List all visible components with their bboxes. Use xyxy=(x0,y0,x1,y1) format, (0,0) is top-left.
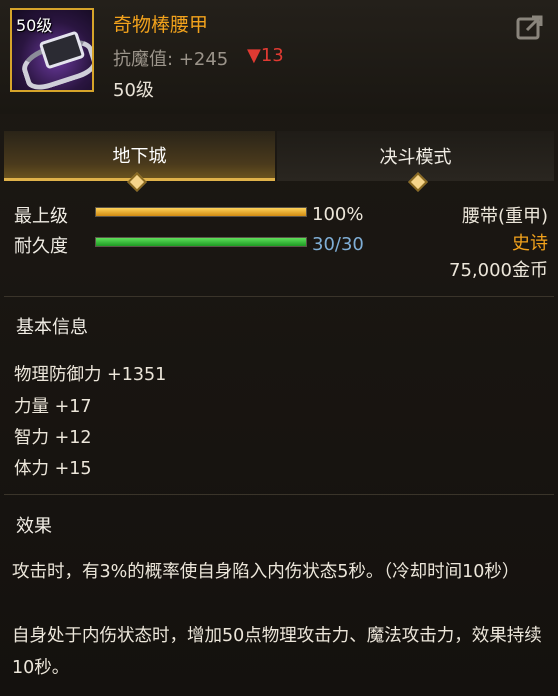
max-level-value: 100% xyxy=(312,204,364,225)
resist-down-indicator: ▼13 xyxy=(247,45,284,66)
basic-stat-line: 力量 +17 xyxy=(14,397,92,417)
resist-value: 抗魔值: +245 xyxy=(113,49,229,70)
basic-stat-line: 智力 +12 xyxy=(14,428,92,448)
tab-dungeon[interactable]: 地下城 xyxy=(4,131,275,181)
effect-text-2: 自身处于内伤状态时，增加50点物理攻击力、魔法攻击力，效果持续10秒。 xyxy=(12,626,542,678)
basic-stat-line: 体力 +15 xyxy=(14,459,92,479)
share-icon[interactable] xyxy=(516,14,544,40)
durability-bar xyxy=(95,237,307,247)
item-rarity: 史诗 xyxy=(512,233,548,254)
item-header: 50级 奇物棒腰甲 抗魔值: +245 ▼13 50级 xyxy=(0,0,558,114)
icon-level-badge: 50级 xyxy=(16,16,53,35)
basic-stat-line: 物理防御力 +1351 xyxy=(14,365,167,385)
max-level-label: 最上级 xyxy=(14,206,68,227)
item-tooltip: 50级 奇物棒腰甲 抗魔值: +245 ▼13 50级 地下城 决斗模式 最上级… xyxy=(0,0,558,696)
item-slot-type: 腰带(重甲) xyxy=(461,206,548,227)
durability-label: 耐久度 xyxy=(14,236,68,257)
max-level-bar-fill xyxy=(96,208,306,216)
required-level: 50级 xyxy=(113,80,154,101)
tab-duel-label: 决斗模式 xyxy=(379,147,452,168)
item-name: 奇物棒腰甲 xyxy=(113,14,209,36)
durability-bar-fill xyxy=(96,238,306,246)
durability-value: 30/30 xyxy=(312,234,364,255)
belt-icon: 50级 xyxy=(10,8,94,92)
basic-info-title: 基本信息 xyxy=(16,317,88,338)
effect-text-1: 攻击时，有3%的概率使自身陷入内伤状态5秒。（冷却时间10秒） xyxy=(12,562,520,582)
max-level-bar xyxy=(95,207,307,217)
tab-dungeon-label: 地下城 xyxy=(112,145,167,167)
effect-title: 效果 xyxy=(16,516,52,537)
divider xyxy=(4,296,554,297)
item-price: 75,000金币 xyxy=(449,260,548,281)
divider xyxy=(4,494,554,495)
